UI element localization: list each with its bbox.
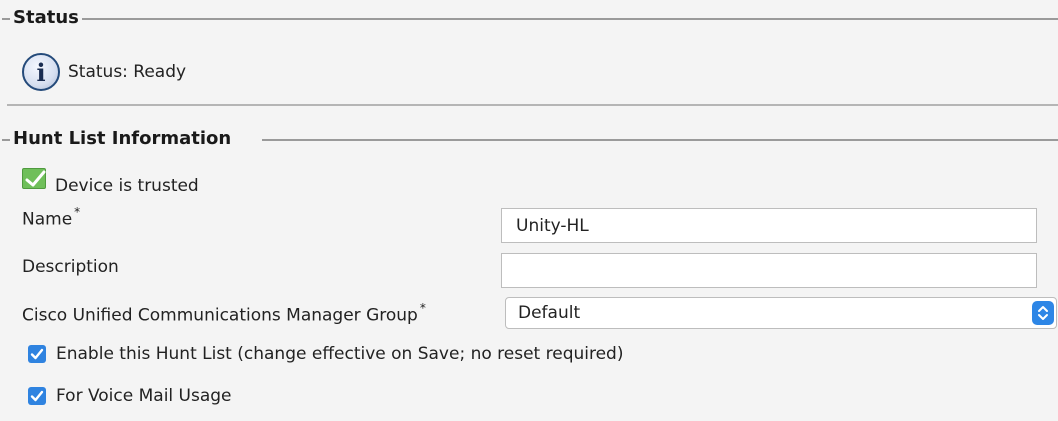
- name-label: Name *: [22, 205, 81, 230]
- status-legend-line: [60, 18, 1058, 20]
- cucm-group-label: Cisco Unified Communications Manager Gro…: [22, 301, 426, 326]
- enable-hunt-list-label: Enable this Hunt List (change effective …: [56, 344, 624, 364]
- voice-mail-usage-label: For Voice Mail Usage: [56, 386, 232, 406]
- hunt-list-legend: Hunt List Information: [10, 128, 235, 150]
- description-label: Description: [22, 257, 119, 277]
- description-input[interactable]: [501, 253, 1037, 288]
- select-arrows-icon[interactable]: [1032, 301, 1054, 325]
- voice-mail-usage-checkbox[interactable]: [28, 387, 46, 405]
- checkmark-icon: [22, 168, 46, 189]
- status-legend-tick: [2, 18, 10, 20]
- status-text: Status: Ready: [68, 62, 187, 82]
- hunt-list-legend-line: [262, 139, 1058, 141]
- cucm-group-select[interactable]: Default: [505, 297, 1057, 329]
- hunt-list-legend-tick: [2, 139, 10, 141]
- cucm-group-selected-value: Default: [518, 303, 581, 323]
- section-divider: [7, 104, 1058, 106]
- info-icon: i: [22, 53, 60, 91]
- enable-hunt-list-checkbox[interactable]: [28, 345, 46, 363]
- name-input[interactable]: [501, 208, 1037, 243]
- device-trusted-label: Device is trusted: [55, 176, 199, 196]
- status-legend: Status: [10, 7, 82, 29]
